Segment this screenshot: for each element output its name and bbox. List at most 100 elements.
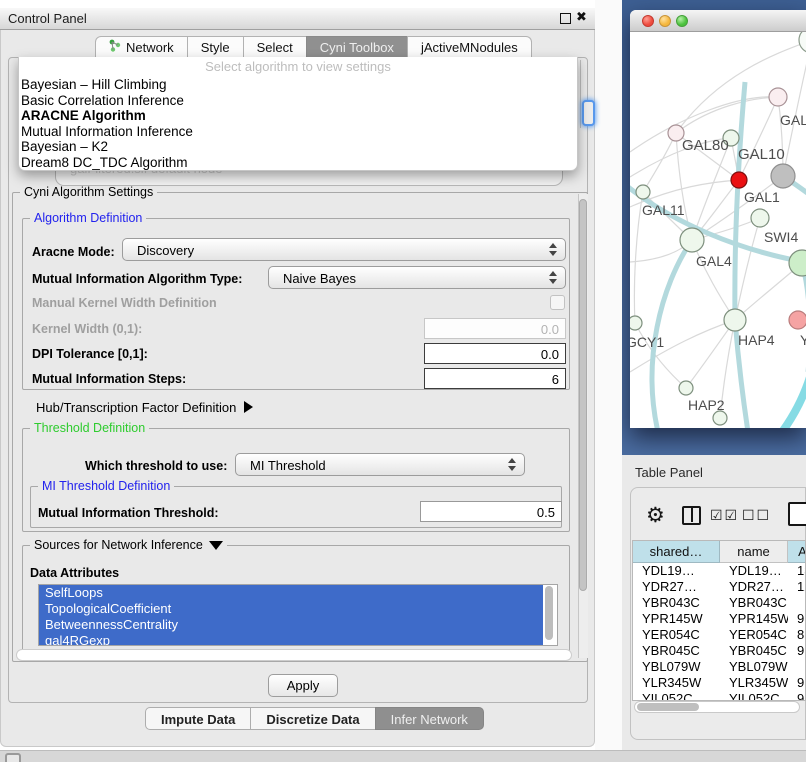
table-row[interactable]: YIL052CYIL052C9.	[633, 691, 805, 701]
column-header[interactable]: shared…	[633, 541, 720, 563]
network-node-label: GAL11	[642, 202, 685, 218]
tab-style[interactable]: Style	[187, 36, 244, 58]
network-node[interactable]	[731, 172, 747, 188]
network-node[interactable]	[771, 164, 795, 188]
kernel-width-field[interactable]: 0.0	[424, 318, 566, 339]
aracne-mode-label: Aracne Mode:	[32, 245, 115, 259]
attributes-scrollbar-thumb[interactable]	[545, 586, 553, 640]
table-cell: YDL19…	[720, 563, 788, 579]
algorithm-option[interactable]: Mutual Information Inference	[19, 124, 577, 140]
close-traffic-light-icon[interactable]	[642, 15, 654, 27]
network-node[interactable]	[679, 381, 693, 395]
table-row[interactable]: YLR345WYLR345W9.	[633, 675, 805, 691]
network-edge[interactable]	[692, 240, 735, 320]
network-node[interactable]	[769, 88, 787, 106]
bottom-tab-bar: Impute Data Discretize Data Infer Networ…	[145, 707, 483, 730]
network-edge[interactable]	[735, 218, 760, 320]
attribute-list-item[interactable]: SelfLoops	[39, 585, 543, 601]
aracne-mode-combo[interactable]: Discovery	[122, 238, 566, 261]
show-columns-icon[interactable]: ☑☑	[710, 507, 739, 524]
settings-hscrollbar[interactable]	[16, 649, 572, 661]
table-cell: YER054C	[720, 627, 788, 643]
mi-steps-field[interactable]: 6	[424, 368, 566, 389]
algorithm-option[interactable]: Basic Correlation Inference	[19, 93, 577, 109]
algorithm-option[interactable]: Bayesian – Hill Climbing	[19, 77, 577, 93]
tab-network[interactable]: Network	[95, 36, 188, 58]
table-row[interactable]: YPR145WYPR145W9.	[633, 611, 805, 627]
data-attributes-list[interactable]: SelfLoopsTopologicalCoefficientBetweenne…	[38, 584, 558, 646]
network-node[interactable]	[724, 309, 746, 331]
panel-divider[interactable]	[595, 0, 622, 750]
table-cell	[788, 595, 805, 611]
table-row[interactable]: YDL19…YDL19…13	[633, 563, 805, 579]
attribute-list-item[interactable]: TopologicalCoefficient	[39, 601, 543, 617]
column-header[interactable]: A	[788, 541, 806, 563]
stepper-arrows-icon	[549, 243, 557, 257]
split-columns-icon[interactable]	[682, 506, 701, 525]
tab-impute-data[interactable]: Impute Data	[145, 707, 251, 730]
network-canvas[interactable]: GAL7GAL80GAL10GAL1GAL11GAL4SWI4GCY1HAP4Y…	[630, 32, 806, 428]
dpi-tolerance-field[interactable]: 0.0	[424, 343, 566, 364]
network-graph[interactable]: GAL7GAL80GAL10GAL1GAL11GAL4SWI4GCY1HAP4Y…	[630, 32, 806, 428]
apply-button[interactable]: Apply	[268, 674, 338, 697]
algorithm-option[interactable]: Dream8 DC_TDC Algorithm	[19, 155, 577, 171]
table-row[interactable]: YER054CYER054C8.	[633, 627, 805, 643]
float-window-icon[interactable]	[560, 13, 571, 24]
network-edge[interactable]	[782, 354, 806, 428]
network-node[interactable]	[636, 185, 650, 199]
network-view-window[interactable]: GAL7GAL80GAL10GAL1GAL11GAL4SWI4GCY1HAP4Y…	[630, 10, 806, 428]
data-attributes-label: Data Attributes	[30, 566, 119, 580]
table-row[interactable]: YBR043CYBR043C	[633, 595, 805, 611]
network-node[interactable]	[680, 228, 704, 252]
which-threshold-combo[interactable]: MI Threshold	[235, 453, 525, 476]
tab-select[interactable]: Select	[243, 36, 307, 58]
algorithm-option[interactable]: Bayesian – K2	[19, 139, 577, 155]
mi-threshold-field[interactable]: 0.5	[420, 501, 562, 522]
manual-kernel-checkbox[interactable]	[550, 295, 565, 310]
tab-label: Network	[126, 37, 174, 59]
table-hscrollbar-thumb[interactable]	[637, 703, 699, 711]
network-node[interactable]	[713, 411, 727, 425]
tab-cyni-toolbox[interactable]: Cyni Toolbox	[306, 36, 408, 58]
attribute-list-item[interactable]: gal4RGexp	[39, 633, 543, 646]
zoom-traffic-light-icon[interactable]	[676, 15, 688, 27]
network-node[interactable]	[789, 311, 806, 329]
minimize-traffic-light-icon[interactable]	[659, 15, 671, 27]
algorithm-dropdown[interactable]: Select algorithm to view settings Bayesi…	[18, 57, 578, 171]
table-row[interactable]: YDR27…YDR27…12	[633, 579, 805, 595]
attribute-list-item[interactable]: BetweennessCentrality	[39, 617, 543, 633]
tab-infer-network[interactable]: Infer Network	[375, 707, 484, 730]
window-title: Control Panel	[8, 11, 87, 26]
network-node[interactable]	[751, 209, 769, 227]
network-node[interactable]	[630, 316, 642, 330]
hub-definition-toggle[interactable]: Hub/Transcription Factor Definition	[36, 400, 253, 415]
network-node[interactable]	[799, 32, 806, 53]
document-icon[interactable]	[788, 502, 806, 526]
control-panel-titlebar[interactable]	[0, 8, 595, 30]
stepper-arrows-icon	[508, 458, 516, 472]
network-edge[interactable]	[635, 323, 686, 388]
algorithm-option[interactable]: ARACNE Algorithm	[19, 108, 577, 124]
tab-discretize-data[interactable]: Discretize Data	[250, 707, 375, 730]
network-window-titlebar[interactable]	[630, 10, 806, 32]
settings-scrollbar-thumb[interactable]	[579, 199, 587, 591]
focused-spinner-button[interactable]	[582, 100, 595, 126]
sources-title[interactable]: Sources for Network Inference	[30, 538, 227, 552]
hide-columns-icon[interactable]: ☐☐	[742, 507, 771, 524]
mi-type-value: Naive Bayes	[283, 271, 356, 286]
column-header[interactable]: name	[720, 541, 788, 563]
table-cell: 8.	[788, 627, 805, 643]
gear-icon[interactable]: ⚙	[646, 503, 665, 528]
network-edge[interactable]	[686, 320, 735, 388]
table-cell: YBR045C	[720, 643, 788, 659]
network-edge[interactable]	[783, 40, 806, 176]
table-row[interactable]: YBL079WYBL079W	[633, 659, 805, 675]
mi-type-combo[interactable]: Naive Bayes	[268, 266, 566, 289]
close-icon[interactable]: ✖	[576, 9, 587, 25]
network-edge[interactable]	[643, 133, 676, 192]
tab-jactivemnodules[interactable]: jActiveMNodules	[407, 36, 532, 58]
collapsed-panel-icon[interactable]	[5, 753, 21, 762]
threshold-definition-title: Threshold Definition	[30, 421, 149, 435]
network-edge[interactable]	[676, 97, 778, 133]
table-row[interactable]: YBR045CYBR045C9.	[633, 643, 805, 659]
